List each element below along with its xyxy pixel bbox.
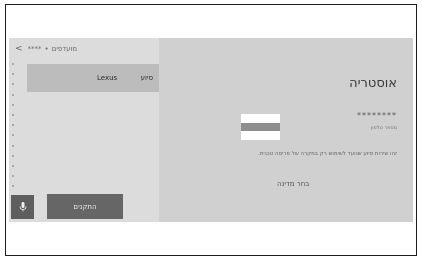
settings-button[interactable]: התקנים (47, 194, 123, 219)
detail-panel: אוסטריה ******** מספר טלפון זהו שירות סי… (159, 38, 413, 222)
microphone-icon (19, 202, 26, 212)
service-description: זהו שירות סיוע שנועד לשימוש רק במקרה של … (258, 151, 397, 157)
display-screen: < **** • מועדפים Lexus סיוע התקנים אוסטר… (9, 38, 413, 222)
page-title: מועדפים (51, 45, 78, 53)
breadcrumb: < **** • מועדפים (9, 38, 159, 60)
back-icon[interactable]: < (15, 44, 23, 54)
favorites-panel: < **** • מועדפים Lexus סיוע התקנים (9, 38, 159, 222)
choose-country-button[interactable]: בחר מדינה (277, 180, 309, 188)
list-item-lexus-assist[interactable]: Lexus סיוע (27, 64, 159, 92)
masked-text: **** (27, 45, 42, 53)
flag-stripe-1 (241, 114, 280, 123)
flag-stripe-2 (241, 122, 280, 132)
list-item-label: סיוע (140, 74, 153, 82)
country-name: אוסטריה (349, 76, 397, 91)
list-item-brand: Lexus (97, 74, 118, 82)
phone-label: מספר טלפון (370, 125, 397, 131)
flag-icon (241, 114, 280, 141)
flag-stripe-3 (241, 131, 280, 141)
voice-button[interactable] (11, 195, 34, 219)
separator: • (44, 45, 49, 53)
phone-number: ******** (357, 111, 397, 120)
